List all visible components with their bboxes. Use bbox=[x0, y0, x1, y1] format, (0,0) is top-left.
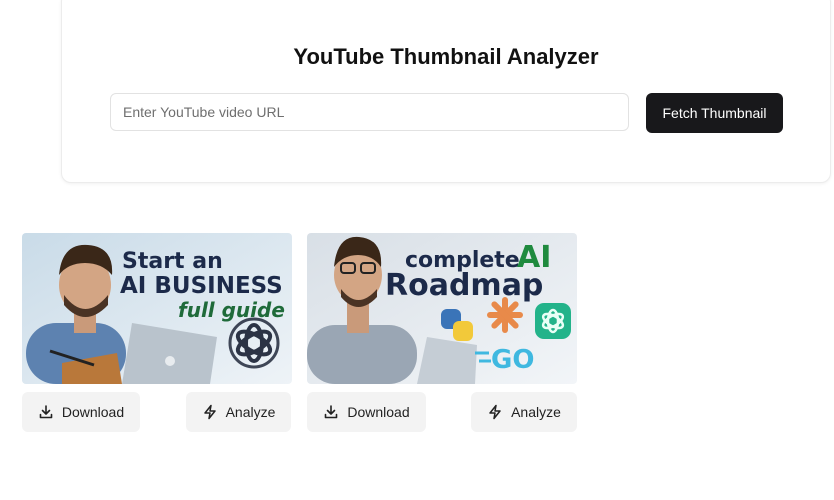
download-icon bbox=[39, 405, 53, 419]
video-url-input[interactable] bbox=[110, 93, 629, 131]
openai-logo-icon bbox=[535, 303, 571, 339]
lightning-icon bbox=[489, 404, 501, 420]
analyze-button-1[interactable]: Analyze bbox=[186, 392, 291, 432]
analyze-button-2[interactable]: Analyze bbox=[471, 392, 577, 432]
claude-logo-icon bbox=[487, 297, 523, 333]
download-icon bbox=[325, 405, 338, 419]
thumbnail-image-1: Start an AI BUSINESS full guide bbox=[22, 233, 292, 384]
page-title: YouTube Thumbnail Analyzer bbox=[293, 44, 599, 69]
thumbnail-1-line-3: full guide bbox=[178, 298, 285, 322]
svg-text:GO: GO bbox=[491, 345, 534, 375]
thumbnail-image-2: complete AI Roadmap GO bbox=[307, 233, 577, 384]
lightning-icon bbox=[203, 404, 216, 420]
download-button-1[interactable]: Download bbox=[22, 392, 140, 432]
download-button-2-label: Download bbox=[347, 404, 410, 420]
thumbnail-1-line-1: Start an bbox=[122, 249, 223, 274]
download-button-2[interactable]: Download bbox=[307, 392, 426, 432]
analyze-button-1-label: Analyze bbox=[225, 404, 276, 420]
analyzer-card: YouTube Thumbnail Analyzer Fetch Thumbna… bbox=[61, 0, 831, 183]
download-button-1-label: Download bbox=[61, 404, 125, 420]
fetch-thumbnail-button[interactable]: Fetch Thumbnail bbox=[646, 93, 783, 133]
thumbnail-2-line-3: Roadmap bbox=[385, 268, 543, 303]
thumbnail-1-line-2: AI BUSINESS bbox=[120, 273, 283, 299]
analyze-button-2-label: Analyze bbox=[511, 404, 561, 420]
